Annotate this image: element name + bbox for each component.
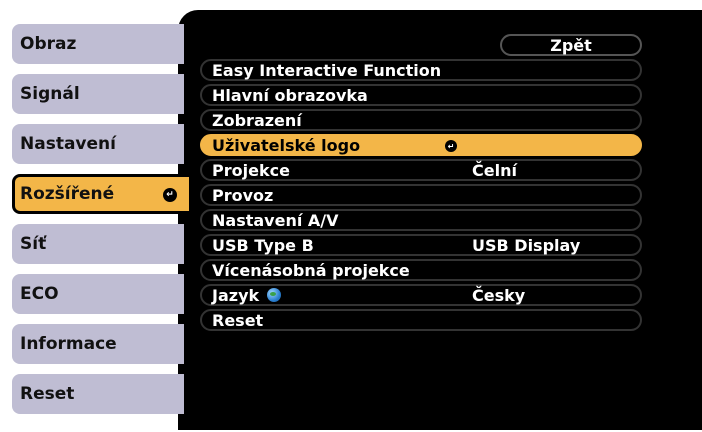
sidebar-item-label: Obraz — [20, 34, 77, 54]
menu-item-usb-type-b[interactable]: USB Type B USB Display — [200, 234, 642, 256]
enter-arrow-icon: ↵ — [445, 140, 457, 152]
sidebar-item-label: Síť — [20, 234, 47, 254]
sidebar-item-label: ECO — [20, 284, 59, 304]
menu-item-label: Jazyk — [212, 285, 260, 305]
menu-item-value: Čelní — [472, 160, 517, 180]
sidebar-item-nastaveni[interactable]: Nastavení — [12, 124, 184, 164]
menu-item-label: Projekce — [212, 160, 290, 180]
sidebar-item-eco[interactable]: ECO — [12, 274, 184, 314]
sidebar-item-informace[interactable]: Informace — [12, 324, 184, 364]
menu-item-value: Česky — [472, 285, 526, 305]
menu-item-reset[interactable]: Reset — [200, 309, 642, 331]
menu-item-nastaveni-av[interactable]: Nastavení A/V — [200, 209, 642, 231]
menu-item-label: Uživatelské logo — [212, 135, 361, 155]
sidebar-item-label: Informace — [20, 334, 117, 354]
menu-item-value: USB Display — [472, 235, 581, 255]
menu-item-projekce[interactable]: Projekce Čelní — [200, 159, 642, 181]
sidebar-item-label: Signál — [20, 84, 80, 104]
menu-item-label: Reset — [212, 310, 264, 330]
sidebar-item-label: Nastavení — [20, 134, 116, 154]
menu-item-hlavni-obrazovka[interactable]: Hlavní obrazovka — [200, 84, 642, 106]
menu-item-uzivatelske-logo[interactable]: Uživatelské logo ↵ — [200, 134, 642, 156]
sidebar-item-reset[interactable]: Reset — [12, 374, 184, 414]
menu-item-label: Hlavní obrazovka — [212, 85, 368, 105]
sidebar-item-rozsirene[interactable]: Rozšířené ↵ — [12, 174, 192, 214]
projector-menu-screen: Obraz Signál Nastavení Rozšířené ↵ Síť E… — [0, 0, 702, 432]
menu-item-easy-interactive-function[interactable]: Easy Interactive Function — [200, 59, 642, 81]
menu-item-label: Zobrazení — [212, 110, 302, 130]
back-button[interactable]: Zpět — [500, 34, 642, 56]
menu-item-label: Nastavení A/V — [212, 210, 339, 230]
menu-item-vicenasobna-projekce[interactable]: Vícenásobná projekce — [200, 259, 642, 281]
enter-arrow-icon: ↵ — [163, 188, 177, 202]
sidebar-item-obraz[interactable]: Obraz — [12, 24, 184, 64]
sidebar-item-label: Reset — [20, 384, 75, 404]
menu-item-zobrazeni[interactable]: Zobrazení — [200, 109, 642, 131]
menu-item-label: Provoz — [212, 185, 274, 205]
sidebar-item-label: Rozšířené — [20, 184, 115, 204]
menu-item-label: Easy Interactive Function — [212, 60, 442, 80]
sidebar-item-signal[interactable]: Signál — [12, 74, 184, 114]
menu-item-provoz[interactable]: Provoz — [200, 184, 642, 206]
menu-item-label: Vícenásobná projekce — [212, 260, 410, 280]
menu-item-label: USB Type B — [212, 235, 314, 255]
globe-icon — [267, 288, 282, 302]
menu-item-jazyk[interactable]: Jazyk Česky — [200, 284, 642, 306]
sidebar-item-sit[interactable]: Síť — [12, 224, 184, 264]
